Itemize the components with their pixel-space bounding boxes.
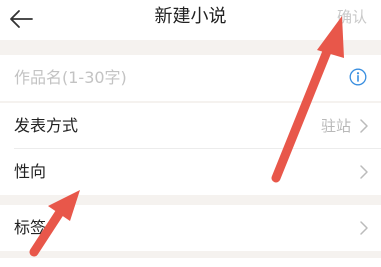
title-input[interactable]: 作品名(1-30字): [14, 68, 334, 88]
chevron-right-icon: [360, 165, 368, 179]
chevron-right-icon: [360, 221, 368, 235]
next-section-row: [0, 258, 381, 267]
orientation-label: 性向: [14, 162, 47, 181]
publish-method-row[interactable]: 发表方式 驻站: [0, 103, 381, 149]
chevron-right-icon: [360, 119, 368, 133]
info-icon[interactable]: [349, 68, 367, 86]
publish-method-label: 发表方式: [14, 116, 79, 135]
page-title: 新建小说: [154, 6, 227, 27]
tags-row[interactable]: 标签: [0, 205, 381, 251]
confirm-button[interactable]: 确认: [337, 8, 367, 26]
top-bar: 新建小说 确认: [0, 0, 381, 40]
publish-method-value: 驻站: [320, 117, 351, 135]
tags-label: 标签: [14, 218, 47, 237]
orientation-row[interactable]: 性向: [0, 149, 381, 195]
title-field-row: 作品名(1-30字): [0, 55, 381, 101]
